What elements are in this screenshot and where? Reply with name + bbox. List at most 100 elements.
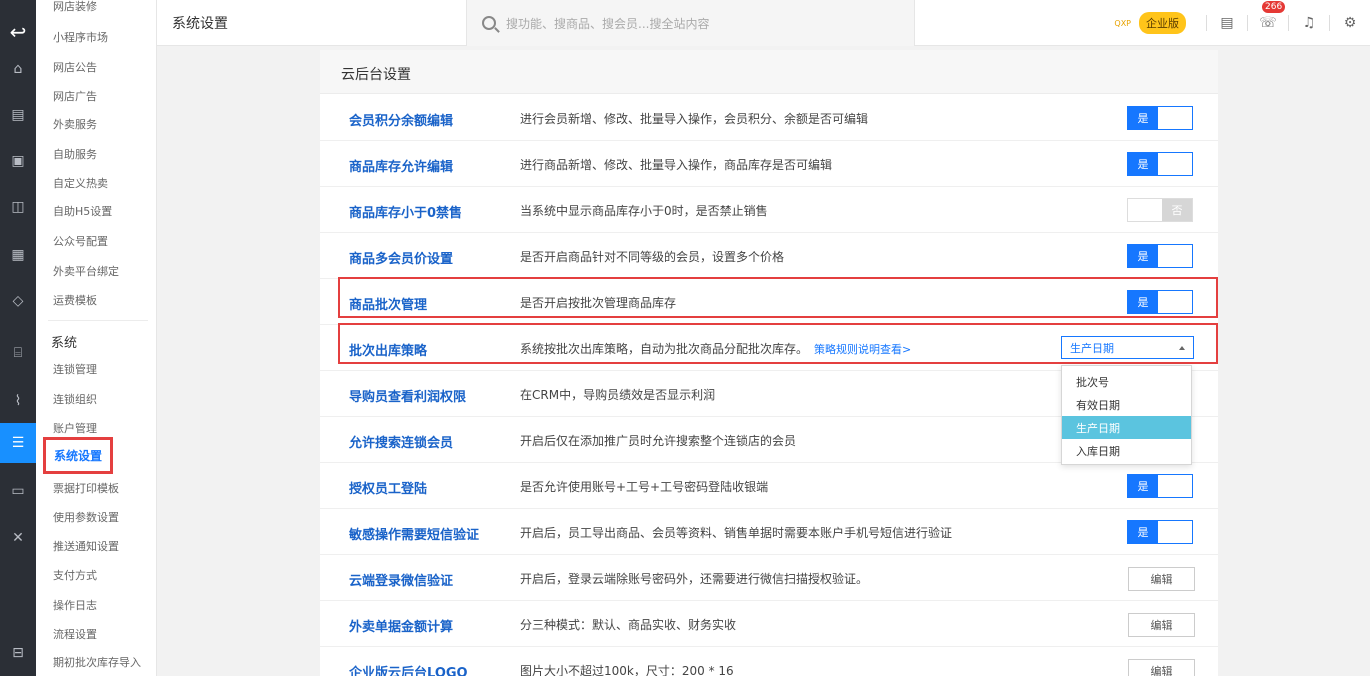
- setting-label: 敏感操作需要短信验证: [349, 528, 480, 543]
- setting-toggle[interactable]: 是: [1127, 520, 1193, 544]
- card-icon[interactable]: ▭: [0, 476, 36, 506]
- submenu-item[interactable]: 支付方式: [53, 567, 97, 583]
- submenu-item[interactable]: 外卖平台绑定: [53, 263, 119, 279]
- setting-description: 进行商品新增、修改、批量导入操作，商品库存是否可编辑: [520, 158, 833, 172]
- setting-toggle[interactable]: 是: [1127, 474, 1193, 498]
- setting-row: 商品库存允许编辑 进行商品新增、修改、批量导入操作，商品库存是否可编辑 是: [320, 141, 1218, 187]
- submenu-item[interactable]: 自助服务: [53, 146, 97, 162]
- setting-row: 商品多会员价设置 是否开启商品针对不同等级的会员，设置多个价格 是: [320, 233, 1218, 279]
- submenu-item[interactable]: 连锁组织: [53, 391, 97, 407]
- setting-label: 商品多会员价设置: [349, 252, 454, 267]
- dropdown-option[interactable]: 有效日期: [1062, 393, 1191, 416]
- page-title: 系统设置: [172, 16, 228, 32]
- toggle-label: 是: [1128, 475, 1158, 497]
- sliders-icon[interactable]: ☰: [0, 423, 36, 463]
- dropdown-option[interactable]: 批次号: [1062, 370, 1191, 393]
- clipboard-icon[interactable]: ▤: [1217, 13, 1237, 33]
- divider: [1247, 15, 1248, 31]
- setting-toggle[interactable]: 是: [1127, 106, 1193, 130]
- gear-icon[interactable]: ⚙: [1340, 13, 1360, 33]
- submenu-item[interactable]: 流程设置: [53, 626, 97, 642]
- setting-label: 导购员查看利润权限: [349, 390, 467, 405]
- setting-row: 敏感操作需要短信验证 开启后，员工导出商品、会员等资料、销售单据时需要本账户手机…: [320, 509, 1218, 555]
- submenu-item[interactable]: 网店广告: [53, 88, 97, 104]
- home-icon[interactable]: ⌂: [0, 54, 36, 84]
- submenu-item[interactable]: 公众号配置: [53, 233, 108, 249]
- notification-badge: 266: [1262, 1, 1286, 13]
- edit-button[interactable]: 编辑: [1128, 659, 1195, 676]
- search-icon: [482, 16, 496, 30]
- setting-label: 企业版云后台LOGO: [349, 666, 468, 676]
- submenu-item-active[interactable]: 系统设置: [43, 437, 113, 474]
- submenu-item[interactable]: 自定义热卖: [53, 175, 108, 191]
- setting-label: 商品库存小于0禁售: [349, 206, 463, 221]
- submenu-item[interactable]: 自助H5设置: [53, 203, 112, 219]
- edit-button[interactable]: 编辑: [1128, 613, 1195, 637]
- submenu-item[interactable]: 外卖服务: [53, 116, 97, 132]
- setting-row: 云端登录微信验证 开启后，登录云端除账号密码外，还需要进行微信扫描授权验证。 编…: [320, 555, 1218, 601]
- diamond-icon[interactable]: ◇: [0, 286, 36, 316]
- toggle-label: 是: [1128, 245, 1158, 267]
- settings-submenu: 网店装修 小程序市场 网店公告 网店广告 外卖服务 自助服务 自定义热卖 自助H…: [36, 0, 157, 676]
- toggle-label: 是: [1128, 153, 1158, 175]
- global-search[interactable]: 搜功能、搜商品、搜会员...搜全站内容: [466, 0, 915, 46]
- submenu-item[interactable]: 推送通知设置: [53, 538, 119, 554]
- setting-label: 商品库存允许编辑: [349, 160, 454, 175]
- icon-rail: ↩ ⌂ ▤ ▣ ◫ ▦ ◇ ⌸ ⌇ ☰ ▭ ✕ ⊟: [0, 0, 36, 676]
- chart-icon[interactable]: ⌇: [0, 386, 36, 416]
- setting-description: 当系统中显示商品库存小于0时，是否禁止销售: [520, 204, 768, 218]
- tools-icon[interactable]: ✕: [0, 523, 36, 553]
- toggle-label: 是: [1128, 521, 1158, 543]
- submenu-item[interactable]: 小程序市场: [53, 29, 108, 45]
- setting-description: 开启后，员工导出商品、会员等资料、销售单据时需要本账户手机号短信进行验证: [520, 526, 953, 540]
- submenu-item[interactable]: 运费模板: [53, 292, 97, 308]
- divider: [1329, 15, 1330, 31]
- submenu-group-title: 系统: [51, 336, 78, 351]
- headset-icon[interactable]: ♫: [1299, 13, 1319, 33]
- setting-row: 授权员工登陆 是否允许使用账号+工号+工号密码登陆收银端 是: [320, 463, 1218, 509]
- submenu-item[interactable]: 账户管理: [53, 420, 97, 436]
- setting-toggle[interactable]: 是: [1127, 244, 1193, 268]
- submenu-item[interactable]: 连锁管理: [53, 361, 97, 377]
- setting-label: 允许搜索连锁会员: [349, 436, 454, 451]
- setting-description: 是否开启商品针对不同等级的会员，设置多个价格: [520, 250, 785, 264]
- setting-row: 商品库存小于0禁售 当系统中显示商品库存小于0时，是否禁止销售 否: [320, 187, 1218, 233]
- setting-label: 授权员工登陆: [349, 482, 428, 497]
- dropdown-option-selected[interactable]: 生产日期: [1062, 416, 1191, 439]
- submenu-item-label: 系统设置: [53, 449, 102, 463]
- setting-description: 图片大小不超过100k，尺寸：200 * 16: [520, 664, 734, 676]
- divider: [1206, 15, 1207, 31]
- submenu-item[interactable]: 网店装修: [53, 0, 97, 14]
- setting-toggle[interactable]: 否: [1127, 198, 1193, 222]
- submenu-item[interactable]: 网店公告: [53, 59, 97, 75]
- bank-icon[interactable]: ⌸: [0, 338, 36, 368]
- scan-icon[interactable]: ⊟: [0, 638, 36, 668]
- divider: [1288, 15, 1289, 31]
- setting-toggle[interactable]: 是: [1127, 152, 1193, 176]
- notification-icon[interactable]: ☏ 266: [1258, 1, 1286, 33]
- setting-row: 企业版云后台LOGO 图片大小不超过100k，尺寸：200 * 16 编辑: [320, 647, 1218, 676]
- strategy-dropdown-menu: 批次号 有效日期 生产日期 入库日期: [1061, 365, 1192, 465]
- submenu-item[interactable]: 期初批次库存导入: [53, 654, 141, 670]
- submenu-item[interactable]: 票据打印模板: [53, 480, 119, 496]
- toggle-label: 是: [1128, 107, 1158, 129]
- edit-button[interactable]: 编辑: [1128, 567, 1195, 591]
- submenu-item[interactable]: 使用参数设置: [53, 509, 119, 525]
- divider: [48, 320, 148, 321]
- shop-icon[interactable]: ▤: [0, 100, 36, 130]
- submenu-item[interactable]: 操作日志: [53, 597, 97, 613]
- screen-icon[interactable]: ▣: [0, 146, 36, 176]
- dropdown-option[interactable]: 入库日期: [1062, 439, 1191, 462]
- search-input[interactable]: 搜功能、搜商品、搜会员...搜全站内容: [506, 15, 709, 32]
- setting-description: 是否允许使用账号+工号+工号密码登陆收银端: [520, 480, 769, 494]
- edition-badge[interactable]: 企业版: [1139, 12, 1186, 34]
- setting-label: 云端登录微信验证: [349, 574, 454, 589]
- highlight-box: [338, 323, 1218, 364]
- doc-icon[interactable]: ▦: [0, 240, 36, 270]
- highlight-box: [338, 277, 1218, 318]
- setting-row: 外卖单据金额计算 分三种模式：默认、商品实收、财务实收 编辑: [320, 601, 1218, 647]
- account-tag: QXP: [1114, 18, 1131, 28]
- store-icon[interactable]: ◫: [0, 192, 36, 222]
- header-actions: QXP 企业版 ▤ ☏ 266 ♫ ⚙: [1114, 0, 1360, 46]
- setting-label: 会员积分余额编辑: [349, 114, 454, 129]
